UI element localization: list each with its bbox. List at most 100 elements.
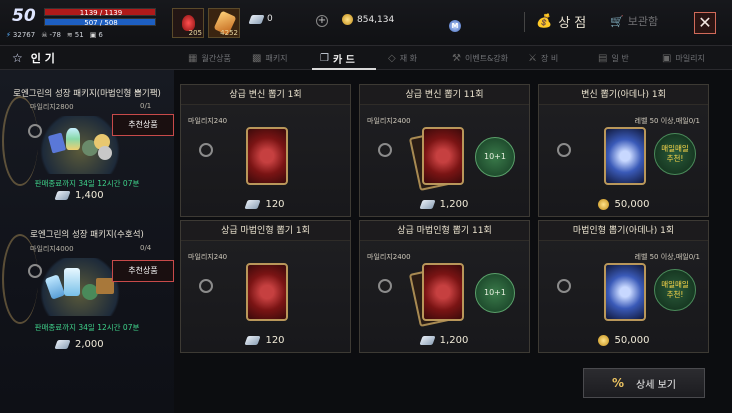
tab-card-label: 카 드: [332, 54, 355, 66]
card-mileage: 마일리지2400: [367, 117, 411, 125]
transform-card-image: [604, 127, 646, 185]
diamond-icon: [244, 336, 262, 345]
package-price: 2,000: [54, 339, 104, 350]
package-mileage: 마일리지2800: [30, 103, 74, 111]
shop-card[interactable]: 변신 뽑기(아데나) 1회 레벨 50 이상,매일0/1 매일매일 추천! 50,…: [538, 84, 709, 217]
package-sale-end: 판매종료까지 34일 12시간 07분: [34, 179, 140, 188]
diamond-currency: 0: [248, 14, 273, 24]
tab-popular-label: 인 기: [30, 52, 55, 65]
shop-card[interactable]: 상급 마법인형 뽑기 11회 마일리지2400 10+1 1,200: [359, 220, 530, 353]
quickslot-scroll[interactable]: 4252: [208, 8, 240, 38]
tab-general[interactable]: ▤ 일 반: [598, 46, 629, 70]
storage-button[interactable]: 🛒 보관함: [610, 13, 658, 29]
tab-package[interactable]: ▩ 패키지: [252, 46, 288, 70]
card-mileage: 마일리지240: [188, 117, 228, 125]
stat-power: ⚡ 32767: [6, 31, 36, 39]
shop-card[interactable]: 마법인형 뽑기(아데나) 1회 레벨 50 이상,매일0/1 매일매일 추천! 5…: [538, 220, 709, 353]
tab-general-label: 일 반: [611, 53, 629, 63]
package-title: 로엔그린의 성장 패키지(수호석): [30, 230, 144, 240]
money-bag-icon: 💰: [536, 14, 553, 29]
close-button[interactable]: ✕: [694, 12, 716, 34]
package-sale-end: 판매종료까지 34일 12시간 07분: [34, 323, 140, 332]
recommended-badge: 추천상품: [112, 114, 174, 136]
tab-currency[interactable]: ◇ 재 화: [388, 46, 417, 70]
search-icon[interactable]: [378, 143, 392, 157]
tab-package-label: 패키지: [265, 53, 288, 63]
card-icon: ❐: [320, 52, 329, 64]
quickslot-potion[interactable]: 205: [172, 8, 204, 38]
adena-currency: 854,134: [342, 14, 394, 25]
tab-popular[interactable]: ☆ 인 기: [0, 46, 174, 70]
shop-title: 💰 상 점: [536, 12, 586, 31]
card-title: 상급 마법인형 뽑기 1회: [181, 221, 350, 241]
transform-card-image: [422, 127, 464, 185]
card-title: 상급 변신 뽑기 1회: [181, 85, 350, 105]
m-coin-currency: M: [449, 13, 461, 32]
package-mileage: 마일리지4000: [30, 245, 74, 253]
detail-view-label: 상세 보기: [636, 379, 676, 391]
swords-icon: ⚔: [528, 52, 537, 64]
shop-card[interactable]: 상급 변신 뽑기 1회 마일리지240 120: [180, 84, 351, 217]
scroll-count: 4252: [220, 29, 238, 37]
shop-title-text: 상 점: [558, 16, 587, 31]
tab-monthly[interactable]: ▦ 월간상품: [188, 46, 231, 70]
detail-view-button[interactable]: % 상세 보기: [583, 368, 705, 398]
tab-event-label: 이벤트&강화: [464, 53, 509, 63]
skull-icon: ☠: [41, 31, 48, 39]
search-icon[interactable]: [199, 143, 213, 157]
bonus-badge: 10+1: [475, 137, 515, 177]
box-icon: ▤: [598, 52, 608, 64]
card-mileage: 마일리지2400: [367, 253, 411, 261]
card-price-value: 120: [265, 199, 285, 210]
shop-card[interactable]: 상급 변신 뽑기 11회 마일리지2400 10+1 1,200: [359, 84, 530, 217]
package-card[interactable]: 로엔그린의 성장 패키지(마법인형 뽑기팩) 마일리지2800 0/1 추천상품…: [0, 70, 174, 208]
card-price-value: 50,000: [614, 199, 650, 210]
search-icon[interactable]: [378, 279, 392, 293]
recommended-badge: 추천상품: [112, 260, 174, 282]
tab-mileage[interactable]: ▣ 마일리지: [662, 46, 705, 70]
search-icon[interactable]: [557, 279, 571, 293]
tab-currency-label: 재 화: [399, 53, 417, 63]
diamond-amount: 0: [267, 14, 273, 24]
adena-amount: 854,134: [357, 14, 395, 25]
diamond-icon: [419, 200, 436, 209]
gift-icon: ▩: [252, 52, 262, 64]
card-price-value: 1,200: [439, 335, 469, 346]
player-level: 50: [12, 6, 36, 26]
potion-count: 205: [188, 29, 202, 37]
package-card[interactable]: 로엔그린의 성장 패키지(수호석) 마일리지4000 0/4 추천상품 판매종료…: [0, 208, 174, 350]
lightning-icon: ⚡: [6, 31, 11, 39]
star-icon: ☆: [12, 51, 23, 65]
card-price: 50,000: [539, 335, 708, 346]
search-icon[interactable]: [199, 279, 213, 293]
tab-card[interactable]: ❐ 카 드: [320, 46, 355, 70]
daily-recommend-badge: 매일매일 추천!: [654, 269, 696, 311]
add-diamond-button[interactable]: +: [316, 15, 328, 27]
search-icon[interactable]: [557, 143, 571, 157]
card-price: 120: [181, 199, 350, 210]
package-image: [40, 116, 120, 174]
card-price: 1,200: [360, 335, 529, 346]
tab-event[interactable]: ⚒ 이벤트&강화: [452, 46, 508, 70]
card-price-value: 50,000: [614, 335, 650, 346]
hammer-icon: ⚒: [452, 52, 461, 64]
package-limit: 0/1: [140, 102, 152, 110]
mileage-icon: ▣: [662, 52, 672, 64]
stat-wing: ≋ 51: [66, 31, 84, 39]
transform-card-image: [246, 127, 288, 185]
shop-card[interactable]: 상급 마법인형 뽑기 1회 마일리지240 120: [180, 220, 351, 353]
card-title: 상급 변신 뽑기 11회: [360, 85, 529, 105]
active-tab-indicator: [312, 68, 376, 70]
package-price-value: 2,000: [75, 339, 104, 350]
diamond-icon: [419, 336, 436, 345]
diamond-tab-icon: ◇: [388, 52, 396, 64]
adena-coin-icon: [597, 335, 609, 346]
mp-bar: 507 / 508: [44, 18, 156, 27]
tab-mileage-label: 마일리지: [675, 53, 705, 63]
doll-card-image: [604, 263, 646, 321]
doll-card-image: [422, 263, 464, 321]
tab-equipment[interactable]: ⚔ 장 비: [528, 46, 558, 70]
card-title: 상급 마법인형 뽑기 11회: [360, 221, 529, 241]
diamond-icon: [54, 340, 71, 349]
doll-card-image: [246, 263, 288, 321]
